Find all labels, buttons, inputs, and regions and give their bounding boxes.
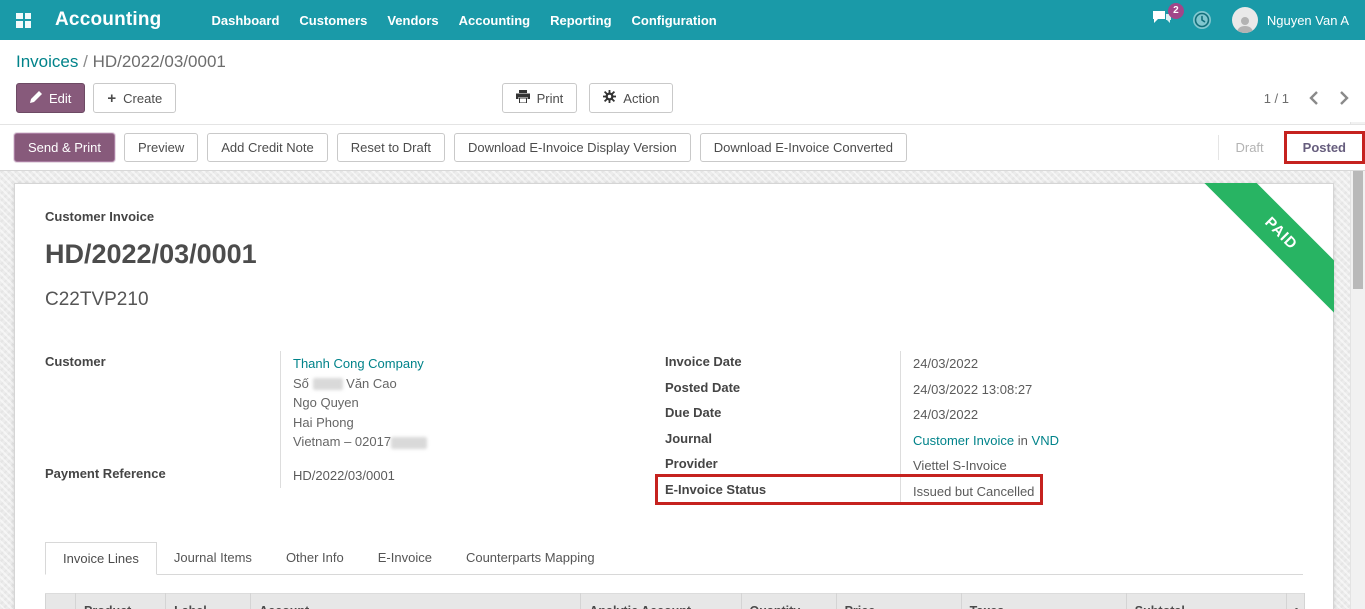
nav-item-reporting[interactable]: Reporting — [550, 13, 611, 28]
journal-currency-link[interactable]: VND — [1032, 433, 1059, 448]
control-panel: Invoices / HD/2022/03/0001 Edit + Create… — [0, 40, 1365, 114]
col-taxes: Taxes — [961, 594, 1126, 609]
redacted-text — [391, 437, 427, 449]
tab-journal-items[interactable]: Journal Items — [157, 542, 269, 574]
field-groups: Customer Thanh Cong Company Số Văn Cao N… — [45, 351, 1333, 504]
page: Accounting Dashboard Customers Vendors A… — [0, 0, 1365, 609]
breadcrumb-invoices[interactable]: Invoices — [16, 52, 78, 71]
customer-address-line2: Ngo Quyen — [293, 393, 665, 413]
user-menu[interactable]: Nguyen Van A — [1232, 7, 1349, 33]
posted-date-label: Posted Date — [665, 377, 900, 403]
nav-right: 2 Nguyen Van A — [1152, 7, 1349, 33]
einvoice-status-label: E-Invoice Status — [665, 479, 900, 505]
table-header-row: Product Label Account Analytic Account Q… — [46, 594, 1305, 609]
customer-label: Customer — [45, 351, 280, 455]
download-einvoice-converted-button[interactable]: Download E-Invoice Converted — [700, 133, 907, 162]
invoice-reference: C22TVP210 — [45, 289, 1333, 311]
provider-label: Provider — [665, 453, 900, 479]
pager: 1 / 1 — [1264, 91, 1349, 106]
breadcrumb-current: HD/2022/03/0001 — [93, 52, 226, 71]
action-button[interactable]: Action — [589, 83, 673, 113]
download-einvoice-display-button[interactable]: Download E-Invoice Display Version — [454, 133, 691, 162]
col-account: Account — [251, 594, 581, 609]
invoice-sheet: PAID Customer Invoice HD/2022/03/0001 C2… — [14, 183, 1334, 609]
preview-button[interactable]: Preview — [124, 133, 198, 162]
redacted-text — [313, 378, 343, 390]
top-nav: Accounting Dashboard Customers Vendors A… — [0, 0, 1365, 40]
col-product: Product — [76, 594, 166, 609]
payment-reference-label: Payment Reference — [45, 455, 280, 489]
invoice-date-value: 24/03/2022 — [900, 351, 1293, 377]
customer-value: Thanh Cong Company Số Văn Cao Ngo Quyen … — [280, 351, 665, 455]
field-group-left: Customer Thanh Cong Company Số Văn Cao N… — [45, 351, 665, 504]
vertical-scrollbar[interactable] — [1350, 122, 1365, 609]
customer-address-line4: Vietnam – 02017 — [293, 432, 665, 452]
nav-item-dashboard[interactable]: Dashboard — [212, 13, 280, 28]
tab-counterparts-mapping[interactable]: Counterparts Mapping — [449, 542, 612, 574]
tab-e-invoice[interactable]: E-Invoice — [361, 542, 449, 574]
state-draft[interactable]: Draft — [1218, 135, 1279, 160]
plus-icon: + — [107, 91, 116, 106]
nav-item-configuration[interactable]: Configuration — [632, 13, 717, 28]
nav-item-accounting[interactable]: Accounting — [459, 13, 531, 28]
apps-grid-icon[interactable] — [16, 13, 31, 28]
printer-icon — [516, 90, 530, 106]
messages-count-badge: 2 — [1168, 3, 1184, 19]
breadcrumb: Invoices / HD/2022/03/0001 — [16, 52, 1349, 72]
activities-clock-icon[interactable] — [1192, 10, 1212, 30]
user-avatar — [1232, 7, 1258, 33]
col-price: Price — [836, 594, 961, 609]
posted-date-value: 24/03/2022 13:08:27 — [900, 377, 1293, 403]
pager-count: 1 / 1 — [1264, 91, 1289, 106]
state-posted annotation-box-posted[interactable]: Posted — [1284, 131, 1365, 164]
customer-name-link[interactable]: Thanh Cong Company — [293, 354, 665, 374]
customer-address-line3: Hai Phong — [293, 413, 665, 433]
column-options-header — [1286, 594, 1304, 609]
print-button[interactable]: Print — [502, 83, 578, 113]
chevron-left-icon[interactable] — [1309, 91, 1319, 105]
app-name[interactable]: Accounting — [55, 9, 162, 31]
invoice-lines-table: Product Label Account Analytic Account Q… — [45, 593, 1305, 609]
handle-column-header — [46, 594, 76, 609]
notebook-tabs: Invoice Lines Journal Items Other Info E… — [45, 542, 1303, 575]
provider-value: Viettel S-Invoice — [900, 453, 1293, 479]
send-print-button[interactable]: Send & Print — [14, 133, 115, 162]
chevron-right-icon[interactable] — [1339, 91, 1349, 105]
invoice-number: HD/2022/03/0001 — [45, 239, 1333, 270]
einvoice-status-value: Issued but Cancelled — [900, 479, 1293, 505]
user-name: Nguyen Van A — [1267, 13, 1349, 28]
gear-icon — [603, 90, 616, 106]
col-analytic-account: Analytic Account — [581, 594, 741, 609]
col-label: Label — [166, 594, 251, 609]
reset-to-draft-button[interactable]: Reset to Draft — [337, 133, 445, 162]
col-quantity: Quantity — [741, 594, 836, 609]
invoice-date-label: Invoice Date — [665, 351, 900, 377]
content-area: PAID Customer Invoice HD/2022/03/0001 C2… — [0, 171, 1365, 609]
tab-invoice-lines[interactable]: Invoice Lines — [45, 542, 157, 575]
field-group-right: Invoice Date 24/03/2022 Posted Date 24/0… — [665, 351, 1293, 504]
invoice-type-label: Customer Invoice — [45, 209, 1333, 224]
due-date-label: Due Date — [665, 402, 900, 428]
journal-name-link[interactable]: Customer Invoice — [913, 433, 1014, 448]
nav-item-customers[interactable]: Customers — [299, 13, 367, 28]
nav-menu: Dashboard Customers Vendors Accounting R… — [212, 13, 717, 28]
add-credit-note-button[interactable]: Add Credit Note — [207, 133, 328, 162]
edit-button[interactable]: Edit — [16, 83, 85, 113]
customer-address-line1: Số Văn Cao — [293, 374, 665, 394]
journal-label: Journal — [665, 428, 900, 454]
journal-value: Customer Invoice in VND — [900, 428, 1293, 454]
status-widget: Draft Posted — [1218, 131, 1365, 164]
nav-item-vendors[interactable]: Vendors — [387, 13, 438, 28]
payment-reference-value: HD/2022/03/0001 — [280, 455, 665, 489]
tab-other-info[interactable]: Other Info — [269, 542, 361, 574]
pencil-icon — [30, 91, 42, 106]
due-date-value: 24/03/2022 — [900, 402, 1293, 428]
create-button[interactable]: + Create — [93, 83, 176, 113]
control-panel-buttons: Edit + Create Print Action 1 / 1 — [16, 82, 1349, 114]
statusbar: Send & Print Preview Add Credit Note Res… — [0, 124, 1365, 171]
col-subtotal: Subtotal — [1126, 594, 1286, 609]
messages-button[interactable]: 2 — [1152, 10, 1172, 31]
